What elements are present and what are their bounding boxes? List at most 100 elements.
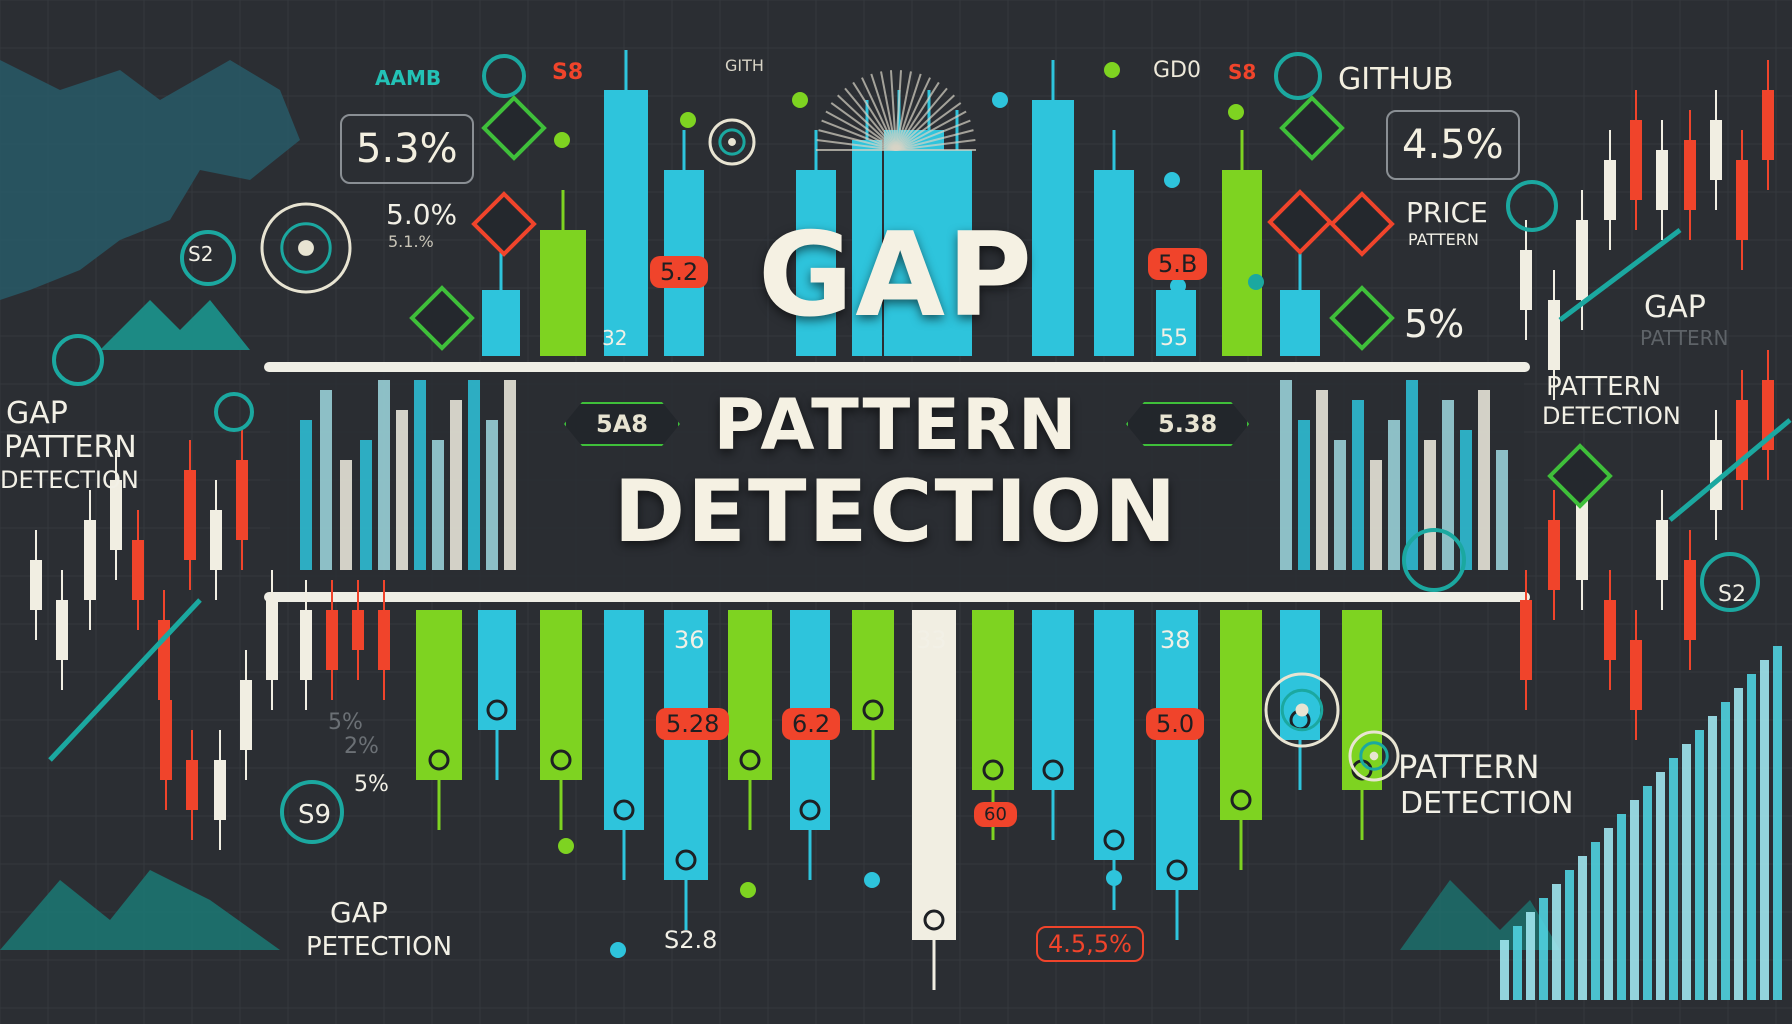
num-s2-left: S2	[188, 242, 214, 266]
red-chip-6: 60	[974, 802, 1017, 827]
title-line-pattern: PATTERN	[713, 384, 1079, 466]
target-icon	[1369, 751, 1379, 761]
histogram-bar	[1773, 646, 1782, 1000]
label-gd0: GD0	[1153, 58, 1201, 83]
title-line-gap: GAP	[757, 208, 1034, 343]
label-s8-top-right: S8	[1228, 60, 1257, 84]
label-gith: GITH	[725, 56, 764, 75]
label-s8-top: S8	[552, 60, 584, 85]
node-dot	[1164, 172, 1180, 188]
histogram-bar	[1682, 744, 1691, 1000]
candlestick	[30, 560, 42, 610]
price-bar	[1032, 610, 1074, 790]
histogram-bar	[1578, 856, 1587, 1000]
right-gap-text: GAP	[1644, 290, 1706, 325]
candlestick	[214, 760, 226, 820]
node-dot	[1104, 62, 1120, 78]
bottom-left-gap-text: GAP	[330, 896, 388, 929]
histogram-bar	[1760, 660, 1769, 1000]
node-dot	[1106, 870, 1122, 886]
label-aamb: AAMB	[375, 66, 442, 90]
node-dot	[792, 92, 808, 108]
candlestick	[1630, 640, 1642, 710]
node-dot	[554, 132, 570, 148]
candlestick	[160, 700, 172, 780]
num-36: 36	[674, 626, 705, 654]
candlestick	[1630, 120, 1642, 200]
histogram-bar	[1721, 702, 1730, 1000]
right-detection-text: DETECTION	[1542, 402, 1681, 430]
candlestick	[186, 760, 198, 810]
hex-tag-right: 5.38	[1126, 402, 1249, 446]
price-bar	[540, 610, 582, 780]
histogram-bar	[1695, 730, 1704, 1000]
left-detection-text: DETECTION	[0, 466, 139, 494]
node-dot	[740, 882, 756, 898]
histogram-bar	[1747, 674, 1756, 1000]
mountain-icon	[0, 870, 280, 950]
banner: AAMB S8 GITH GD0 S8 GITHUB 5.3% 4.5% 5.0…	[0, 0, 1792, 1024]
price-bar	[912, 610, 956, 940]
node-dot	[680, 112, 696, 128]
ring-icon	[52, 334, 104, 386]
price-bar	[972, 610, 1014, 790]
candlestick	[1684, 140, 1696, 210]
title-frame-bottom	[264, 592, 1530, 602]
price-bar	[728, 610, 772, 780]
price-bar	[604, 610, 644, 830]
num-mid-pct2: 2%	[344, 734, 379, 759]
left-pattern-text: PATTERN	[4, 430, 137, 465]
diamond-icon	[1279, 95, 1345, 161]
histogram-bar	[1643, 786, 1652, 1000]
price-bar	[852, 610, 894, 730]
candlestick	[300, 610, 312, 680]
ring-icon	[1274, 52, 1322, 100]
num-s9: S9	[298, 800, 332, 830]
node-dot	[864, 872, 880, 888]
bottom-left-detection-text: PETECTION	[306, 932, 453, 962]
price-bar	[1220, 610, 1262, 820]
histogram-bar	[1539, 898, 1548, 1000]
candlestick	[378, 610, 390, 670]
candlestick	[1656, 150, 1668, 210]
red-chip-3: 5.28	[656, 708, 730, 740]
candlestick	[56, 600, 68, 660]
num-55: 55	[1160, 326, 1188, 351]
right-pattern-text: PATTERN	[1546, 372, 1662, 402]
histogram-bar	[1513, 926, 1522, 1000]
candlestick	[352, 610, 364, 650]
num-s9-pct: 5%	[354, 772, 389, 797]
histogram-bar	[1604, 828, 1613, 1000]
red-chip-1: 5.2	[650, 256, 709, 288]
histogram-bar	[1630, 800, 1639, 1000]
stat-box-left: 5.3%	[340, 114, 474, 184]
candlestick	[326, 610, 338, 670]
candlestick	[1684, 560, 1696, 640]
candlestick	[1762, 90, 1774, 160]
num-32: 32	[602, 326, 628, 350]
histogram-bar	[1565, 870, 1574, 1000]
histogram-bar	[1500, 940, 1509, 1000]
red-chip-4: 6.2	[782, 708, 841, 740]
hex-tag-left: 5A8	[564, 402, 680, 446]
target-icon	[1295, 703, 1309, 717]
num-33: 33	[916, 626, 947, 654]
red-chip-2: 5.B	[1148, 248, 1208, 280]
num-s28: S2.8	[664, 926, 718, 954]
node-dot	[610, 942, 626, 958]
histogram-bar	[1617, 814, 1626, 1000]
price-bar	[1094, 610, 1134, 860]
num-38: 38	[1160, 626, 1191, 654]
histogram-bar	[1526, 912, 1535, 1000]
candlestick	[266, 600, 278, 680]
stat-box-right: 4.5%	[1386, 110, 1520, 180]
candlestick	[1710, 120, 1722, 180]
bottom-right-detection-text: DETECTION	[1400, 786, 1574, 821]
label-github: GITHUB	[1338, 62, 1454, 97]
price-bar	[478, 610, 516, 730]
bottom-right-pattern-text: PATTERN	[1398, 748, 1540, 786]
candlestick	[240, 680, 252, 750]
title-line-detection: DETECTION	[613, 462, 1179, 562]
histogram-bar	[1669, 758, 1678, 1000]
histogram-bar	[1734, 688, 1743, 1000]
